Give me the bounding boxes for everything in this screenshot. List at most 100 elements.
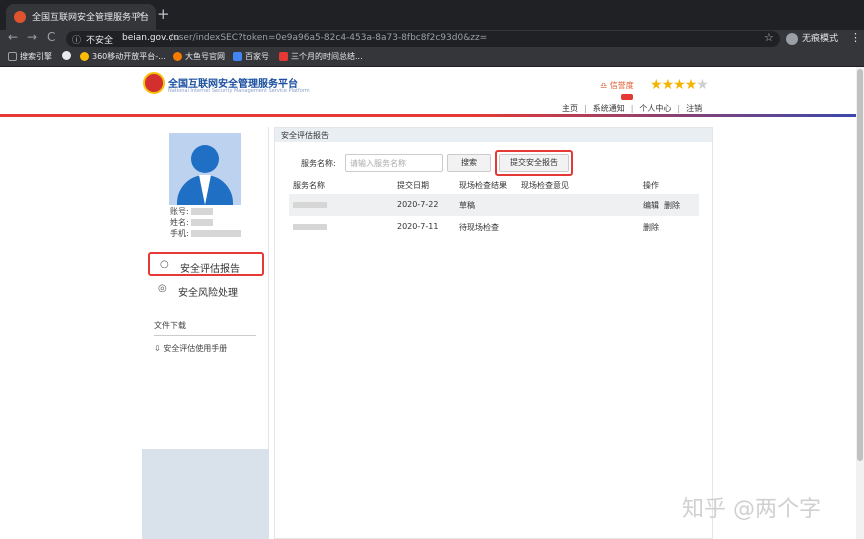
redacted-value xyxy=(293,202,327,208)
table-row: 2020-7-22 草稿 编辑 删除 xyxy=(289,194,699,216)
shield-icon: ◎ xyxy=(158,283,167,294)
main-panel: 安全评估报告 服务名称: 搜索 提交安全报告 服务名称 提交日期 现场检查结果 … xyxy=(274,127,713,539)
download-icon: ⇩ xyxy=(154,344,161,353)
panel-title: 安全评估报告 xyxy=(275,128,712,142)
bookmark-label: 搜索引擎 xyxy=(20,52,52,61)
bookmarks-bar: 搜索引擎 360移动开放平台-... 大鱼号官网 百家号 三个月的时间总结... xyxy=(0,48,864,67)
sidebar-item-label: 安全评估报告 xyxy=(180,264,240,275)
avatar-head xyxy=(191,145,219,173)
profile-name: 姓名: xyxy=(170,217,213,228)
top-nav: 主页 | 系统通知 | 个人中心 | 注销 xyxy=(562,104,703,113)
delete-link[interactable]: 删除 xyxy=(643,222,659,233)
incognito-indicator[interactable]: 无痕模式 xyxy=(786,31,838,46)
submit-date-cell: 2020-7-22 xyxy=(397,200,439,209)
service-name-search-input[interactable] xyxy=(345,154,443,172)
redacted-value xyxy=(190,219,213,226)
column-header: 现场检查意见 xyxy=(521,181,569,190)
nav-profile-link[interactable]: 个人中心 xyxy=(639,104,671,113)
edit-link[interactable]: 编辑 xyxy=(643,200,659,211)
bookmark-item[interactable]: 大鱼号官网 xyxy=(173,51,225,62)
table-row: 2020-7-11 待现场检查 删除 xyxy=(289,216,699,238)
star-empty-icon: ★ xyxy=(696,77,709,93)
bookmark-item[interactable]: 三个月的时间总结... xyxy=(279,51,363,62)
star-filled-icon: ★ xyxy=(673,77,686,93)
bookmark-label: 百家号 xyxy=(245,52,269,61)
folder-icon xyxy=(8,52,17,61)
site-favicon-icon xyxy=(14,11,26,23)
profile-phone: 手机: xyxy=(170,228,241,239)
bookmark-star-icon[interactable]: ☆ xyxy=(764,31,774,44)
downloads-title: 文件下载 xyxy=(154,320,256,336)
browser-tab-strip: 全国互联网安全管理服务平台 × + xyxy=(0,0,864,30)
bookmark-label: 大鱼号官网 xyxy=(185,52,225,61)
baijiahao-icon xyxy=(233,52,242,61)
incognito-icon xyxy=(786,32,798,45)
scrollbar-thumb[interactable] xyxy=(857,69,863,461)
inspection-result-cell: 待现场检查 xyxy=(459,223,499,232)
back-icon[interactable]: ← xyxy=(8,30,18,44)
bookmark-label: 三个月的时间总结... xyxy=(291,52,363,61)
sidebar-item-security-report[interactable]: ○ 安全评估报告 xyxy=(148,252,264,276)
nav-notifications-link[interactable]: 系统通知 xyxy=(593,104,625,113)
360-icon xyxy=(80,52,89,61)
star-filled-icon: ★ xyxy=(650,77,663,93)
page-content: 全国互联网安全管理服务平台 National Internet Security… xyxy=(0,67,864,539)
reload-icon[interactable]: C xyxy=(47,30,55,44)
redacted-value xyxy=(190,230,241,237)
watermark: 知乎 @两个字 xyxy=(682,497,821,522)
info-icon[interactable]: ⓘ xyxy=(72,33,81,46)
column-header: 现场检查结果 xyxy=(459,181,507,190)
sidebar-item-risk-handling[interactable]: ◎ 安全风险处理 xyxy=(148,278,264,302)
tab-close-icon[interactable]: × xyxy=(136,8,145,21)
sidebar-item-label: 安全风险处理 xyxy=(178,288,238,299)
new-tab-button[interactable]: + xyxy=(157,5,170,23)
rating-stars: ★★★★★ xyxy=(650,77,709,93)
bookmark-item[interactable]: 搜索引擎 xyxy=(8,51,52,62)
page-scrollbar[interactable] xyxy=(856,67,864,539)
avatar xyxy=(169,133,241,205)
url-path: /user/indexSEC?token=0e9a96a5-82c4-453a-… xyxy=(170,33,488,43)
security-label: 不安全 xyxy=(86,36,114,46)
profile-account: 账号: xyxy=(170,206,213,217)
bookmark-label: 360移动开放平台-... xyxy=(92,52,166,61)
credit-label: 信誉度 xyxy=(609,81,634,90)
browser-tab[interactable]: 全国互联网安全管理服务平台 × xyxy=(6,4,156,30)
browser-menu-icon[interactable]: ⋮ xyxy=(850,31,861,44)
nav-home-link[interactable]: 主页 xyxy=(562,104,578,113)
star-filled-icon: ★ xyxy=(684,77,698,93)
service-name-cell xyxy=(293,201,327,210)
address-bar[interactable]: ⓘ 不安全 beian.gov.cn /user/indexSEC?token=… xyxy=(66,31,780,47)
sidebar-footer-panel xyxy=(142,449,269,539)
site-subtitle: National Internet Security Management Se… xyxy=(168,88,310,94)
column-header: 提交日期 xyxy=(397,181,429,190)
inspection-result-cell: 草稿 xyxy=(459,201,475,210)
credit-rating-label: ♎ 信誉度 xyxy=(600,80,634,91)
submit-date-cell: 2020-7-11 xyxy=(397,222,439,231)
header-accent-bar xyxy=(0,114,856,117)
search-button[interactable]: 搜索 xyxy=(447,154,491,172)
bell-icon: ♎ xyxy=(600,81,608,90)
forward-icon[interactable]: → xyxy=(27,30,37,44)
bookmark-item[interactable] xyxy=(62,51,74,60)
redacted-value xyxy=(293,224,327,230)
search-icon: ○ xyxy=(160,259,169,270)
delete-link[interactable]: 删除 xyxy=(664,200,680,211)
browser-toolbar: ← → C ⓘ 不安全 beian.gov.cn /user/indexSEC?… xyxy=(0,30,864,48)
credit-badge xyxy=(621,94,633,100)
globe-icon xyxy=(62,51,71,60)
redacted-value xyxy=(190,208,213,215)
national-emblem-logo xyxy=(143,72,165,94)
dayu-icon xyxy=(173,52,182,61)
submit-report-button[interactable]: 提交安全报告 xyxy=(499,154,569,172)
column-header: 服务名称 xyxy=(293,181,325,190)
incognito-label: 无痕模式 xyxy=(802,34,839,44)
bookmark-item[interactable]: 百家号 xyxy=(233,51,269,62)
submit-button-highlight: 提交安全报告 xyxy=(495,150,573,176)
bookmark-page-icon xyxy=(279,52,288,61)
download-manual-link[interactable]: ⇩ 安全评估使用手册 xyxy=(154,343,227,354)
nav-logout-link[interactable]: 注销 xyxy=(686,104,702,113)
bookmark-item[interactable]: 360移动开放平台-... xyxy=(80,51,166,62)
site-header: 全国互联网安全管理服务平台 National Internet Security… xyxy=(0,67,856,117)
service-name-cell xyxy=(293,223,327,232)
tab-title: 全国互联网安全管理服务平台 xyxy=(32,13,150,23)
